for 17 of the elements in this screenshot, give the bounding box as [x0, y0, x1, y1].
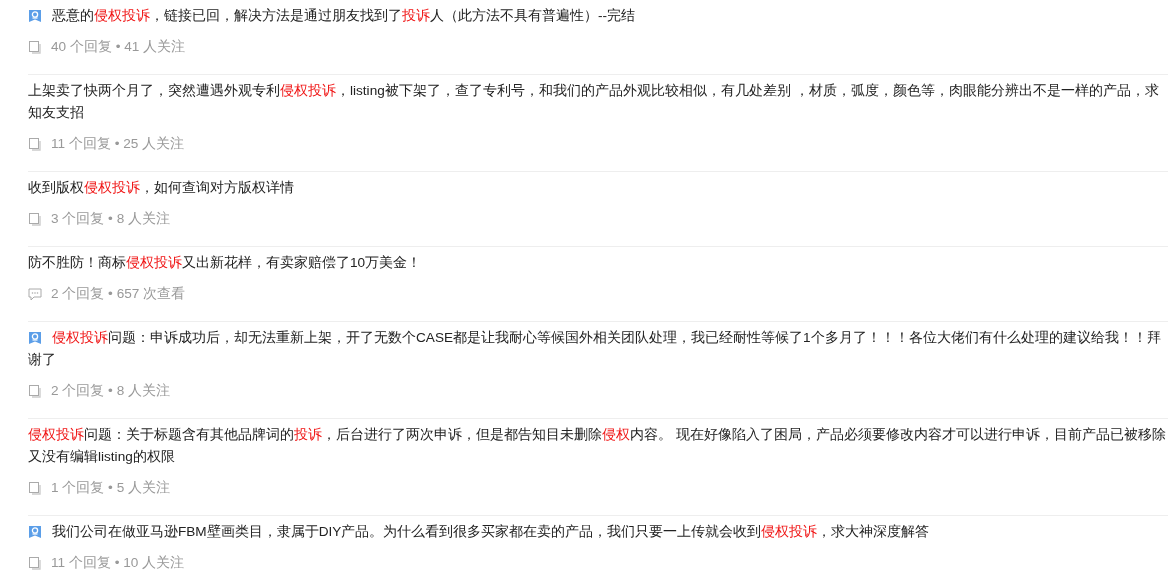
question-stats: 11 个回复 • 10 人关注: [51, 554, 185, 572]
question-stats: 11 个回复 • 25 人关注: [51, 135, 185, 153]
question-stats: 2 个回复 • 8 人关注: [51, 382, 170, 400]
question-title[interactable]: 防不胜防！商标侵权投诉又出新花样，有卖家赔偿了10万美金！: [28, 252, 1168, 274]
question-title[interactable]: 上架卖了快两个月了，突然遭遇外观专利侵权投诉，listing被下架了，查了专利号，和我们的产品外观比较相似，有几处差别 ，材质，弧度，颜色等，肉眼能分辨出不是一样的产品，求知友支招: [28, 80, 1168, 124]
question-title[interactable]: 我们公司在做亚马逊FBM壁画类目，隶属于DIY产品。为什么看到很多买家都在卖的产品，我们只要一上传就会收到侵权投诉，求大神深度解答: [28, 521, 1168, 543]
question-title[interactable]: 侵权投诉问题：申诉成功后，却无法重新上架，开了无数个CASE都是让我耐心等候国外相关团队处理，我已经耐性等候了1个多月了！！！各位大佬们有什么处理的建议给我！！拜谢了: [28, 327, 1168, 371]
question-stats: 40 个回复 • 41 人关注: [51, 38, 186, 56]
question-stats: 3 个回复 • 8 人关注: [51, 210, 170, 228]
question-title[interactable]: 恶意的侵权投诉，链接已回，解决方法是通过朋友找到了投诉人（此方法不具有普遍性）--完结: [28, 5, 1168, 27]
question-stats: 2 个回复 • 657 次查看: [51, 285, 186, 303]
badge-icon: [28, 9, 42, 23]
badge-icon: [28, 525, 42, 539]
question-stats: 1 个回复 • 5 人关注: [51, 479, 170, 497]
question-title[interactable]: 收到版权侵权投诉，如何查询对方版权详情: [28, 177, 1168, 199]
badge-icon: [28, 331, 42, 345]
question-title[interactable]: 侵权投诉问题：关于标题含有其他品牌词的投诉，后台进行了两次申诉，但是都告知目未删除侵权内容。 现在好像陷入了困局，产品必须要修改内容才可以进行申诉，目前产品已被移除又没有编辑listing的权限: [28, 424, 1168, 468]
